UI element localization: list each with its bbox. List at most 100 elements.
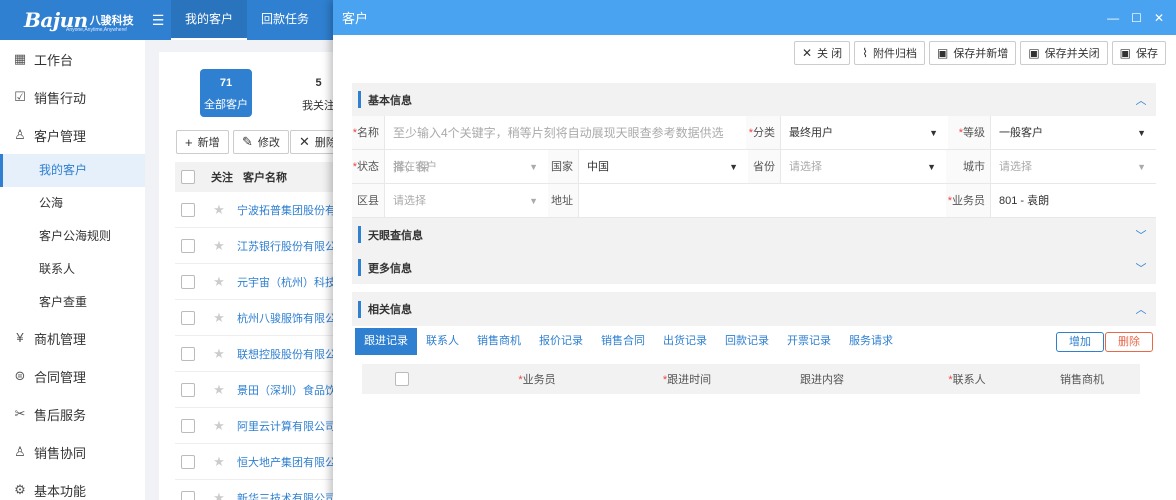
related-tab[interactable]: 跟进记录 — [355, 328, 417, 355]
section-basic[interactable]: 基本信息 ︿ — [352, 83, 1156, 116]
sidebar-subitem-public-pool[interactable]: 公海 — [0, 187, 145, 220]
maximize-icon[interactable]: ☐ — [1131, 11, 1142, 25]
row-checkbox[interactable] — [181, 490, 195, 500]
related-tab[interactable]: 服务请求 — [840, 328, 902, 355]
minimize-icon[interactable]: — — [1107, 11, 1119, 25]
star-icon[interactable]: ★ — [201, 490, 237, 500]
level-select[interactable]: 一般客户 ▼ — [990, 116, 1156, 149]
star-icon[interactable]: ★ — [201, 454, 237, 470]
table-row[interactable]: ★ 阿里云计算有限公司 — [175, 408, 359, 444]
add-record-button[interactable]: 增加 — [1056, 332, 1104, 352]
table-row[interactable]: ★ 江苏银行股份有限公司 — [175, 228, 359, 264]
chevron-up-icon[interactable]: ︿ — [1126, 301, 1156, 317]
sidebar-item-opportunity[interactable]: ¥ 商机管理 — [0, 319, 145, 357]
sidebar-item-customer-mgmt[interactable]: ♙ 客户管理 — [0, 116, 145, 154]
drawer-header: 客户 — ☐ ✕ — [333, 0, 1176, 35]
related-tab[interactable]: 报价记录 — [530, 328, 592, 355]
add-button[interactable]: + 新增 — [176, 130, 229, 154]
chevron-down-icon[interactable]: ﹀ — [1126, 260, 1156, 276]
category-select[interactable]: 最终用户 ▼ — [780, 116, 948, 149]
star-icon[interactable]: ★ — [201, 202, 237, 218]
save-new-button[interactable]: ▣ 保存并新增 — [928, 41, 1017, 65]
sidebar-subitem-my-customers[interactable]: 我的客户 — [0, 154, 145, 187]
city-select[interactable]: 请选择 ▼ — [990, 150, 1156, 183]
delete-record-button[interactable]: 删除 — [1105, 332, 1153, 352]
table-row[interactable]: ★ 新华三技术有限公司 — [175, 480, 359, 500]
customer-name[interactable]: 恒大地产集团有限公司 — [237, 454, 347, 470]
sidebar-item-sales-action[interactable]: ☑ 销售行动 — [0, 78, 145, 116]
save-button[interactable]: ▣ 保存 — [1111, 41, 1166, 65]
district-select[interactable]: 请选择 ▼ — [384, 184, 548, 217]
stat-all-customers[interactable]: 71 全部客户 — [200, 69, 252, 117]
name-input[interactable]: 至少输入4个关键字，稍等片刻将自动展现天眼查参考数据供选择，保 — [384, 116, 746, 174]
star-icon[interactable]: ★ — [201, 418, 237, 434]
sidebar-item-workbench[interactable]: ▦ 工作台 — [0, 40, 145, 78]
select-all-checkbox[interactable] — [181, 170, 195, 184]
row-checkbox[interactable] — [181, 382, 195, 397]
attach-button[interactable]: ⌇ 附件归档 — [854, 41, 925, 65]
star-icon[interactable]: ★ — [201, 382, 237, 398]
sidebar-item-contract[interactable]: ⊜ 合同管理 — [0, 357, 145, 395]
star-icon[interactable]: ★ — [201, 238, 237, 254]
related-tab[interactable]: 联系人 — [417, 328, 468, 355]
address-input[interactable] — [578, 184, 946, 217]
sidebar-subitem-contacts[interactable]: 联系人 — [0, 253, 145, 286]
attach-label: 附件归档 — [872, 48, 917, 60]
customer-name[interactable]: 联想控股股份有限公司 — [237, 346, 347, 362]
related-tab[interactable]: 销售商机 — [468, 328, 530, 355]
tab-payment-tasks[interactable]: 回款任务 — [247, 0, 323, 40]
row-checkbox[interactable] — [181, 454, 195, 469]
star-icon[interactable]: ★ — [201, 274, 237, 290]
province-select[interactable]: 请选择 ▼ — [780, 150, 946, 183]
sidebar-item-basic[interactable]: ⚙ 基本功能 — [0, 471, 145, 500]
table-row[interactable]: ★ 联想控股股份有限公司 — [175, 336, 359, 372]
sidebar-item-collab[interactable]: ♙ 销售协同 — [0, 433, 145, 471]
related-tab[interactable]: 出货记录 — [654, 328, 716, 355]
tab-my-customers[interactable]: 我的客户 — [171, 0, 247, 40]
sidebar-subitem-pool-rules[interactable]: 客户公海规则 — [0, 220, 145, 253]
menu-toggle-icon[interactable]: ☰ — [145, 12, 171, 29]
customer-name[interactable]: 景田（深圳）食品饮料集团有限公司 — [237, 382, 347, 398]
chevron-up-icon[interactable]: ︿ — [1126, 92, 1156, 108]
table-row[interactable]: ★景田（深圳）食品饮料集团有限公司 — [175, 372, 359, 408]
star-icon[interactable]: ★ — [201, 346, 237, 362]
stat-followed[interactable]: 5 我关注 — [302, 77, 335, 113]
row-checkbox[interactable] — [181, 202, 195, 217]
close-icon[interactable]: ✕ — [1154, 11, 1164, 25]
salesman-input[interactable]: 801 - 袁朗 — [990, 184, 1156, 217]
country-select[interactable]: 中国 ▼ — [578, 150, 748, 183]
section-tianyancha[interactable]: 天眼查信息 ﹀ — [352, 218, 1156, 251]
sidebar-item-after-sales[interactable]: ✂ 售后服务 — [0, 395, 145, 433]
table-row[interactable]: ★元宇宙（杭州）科技有限公司 — [175, 264, 359, 300]
customer-name[interactable]: 杭州八骏服饰有限公司 — [237, 310, 347, 326]
close-button[interactable]: ✕ 关 闭 — [793, 41, 851, 65]
section-more[interactable]: 更多信息 ﹀ — [352, 251, 1156, 284]
section-related[interactable]: 相关信息 ︿ — [352, 292, 1156, 326]
related-tab[interactable]: 开票记录 — [778, 328, 840, 355]
status-select[interactable]: 潜在客户 ▼ — [384, 150, 548, 183]
row-checkbox[interactable] — [181, 238, 195, 253]
select-all-checkbox[interactable] — [395, 372, 409, 386]
customer-name[interactable]: 江苏银行股份有限公司 — [237, 238, 347, 254]
star-icon[interactable]: ★ — [201, 310, 237, 326]
chevron-down-icon[interactable]: ﹀ — [1126, 227, 1156, 243]
col-opportunity: 销售商机 — [1060, 374, 1104, 386]
customer-name[interactable]: 元宇宙（杭州）科技有限公司 — [237, 274, 347, 290]
table-row[interactable]: ★ 杭州八骏服饰有限公司 — [175, 300, 359, 336]
sidebar-item-label: 基本功能 — [34, 483, 87, 499]
related-tab[interactable]: 销售合同 — [592, 328, 654, 355]
edit-button[interactable]: ✎ 修改 — [233, 130, 289, 154]
customer-name[interactable]: 阿里云计算有限公司 — [237, 418, 347, 434]
row-checkbox[interactable] — [181, 346, 195, 361]
sidebar-item-label: 售后服务 — [34, 407, 87, 423]
sidebar-subitem-dedupe[interactable]: 客户查重 — [0, 286, 145, 319]
row-checkbox[interactable] — [181, 418, 195, 433]
customer-name[interactable]: 新华三技术有限公司 — [237, 490, 347, 500]
save-close-button[interactable]: ▣ 保存并关闭 — [1020, 41, 1108, 65]
table-row[interactable]: ★ 恒大地产集团有限公司 — [175, 444, 359, 480]
table-row[interactable]: ★宁波拓普集团股份有限公司 — [175, 192, 359, 228]
row-checkbox[interactable] — [181, 274, 195, 289]
related-tab[interactable]: 回款记录 — [716, 328, 778, 355]
customer-name[interactable]: 宁波拓普集团股份有限公司 — [237, 202, 347, 218]
row-checkbox[interactable] — [181, 310, 195, 325]
